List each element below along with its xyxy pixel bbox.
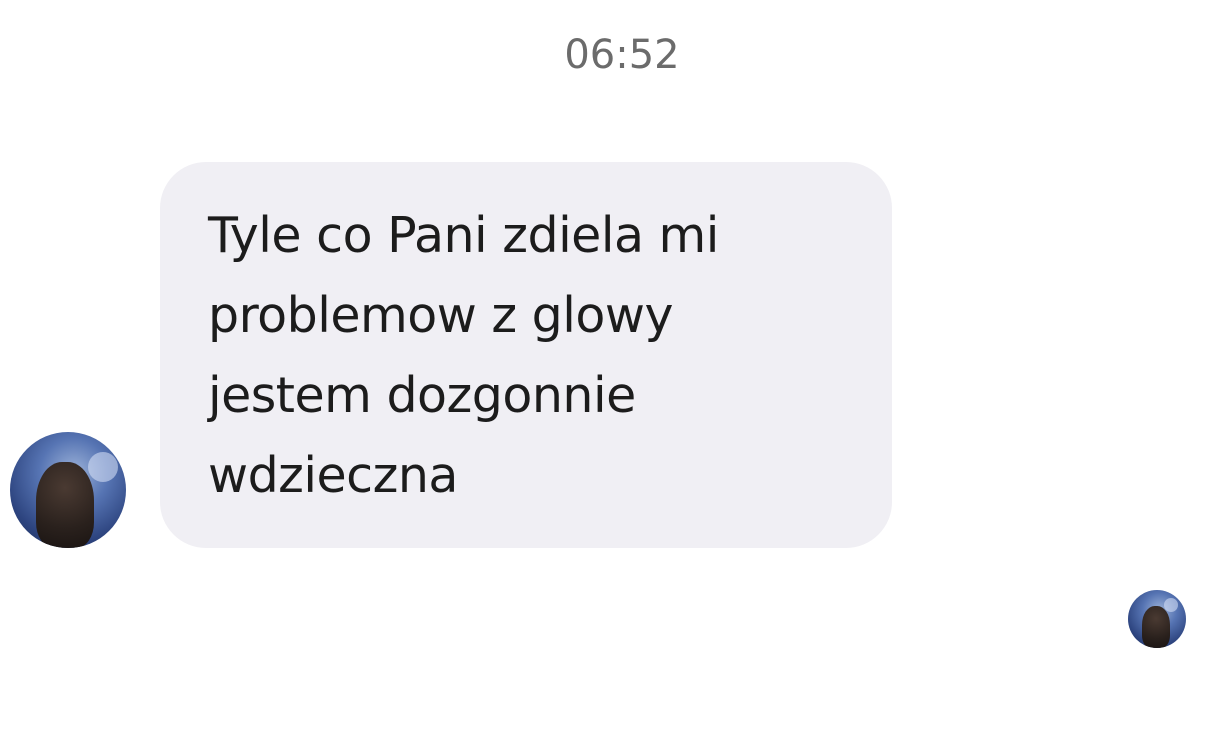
message-text: Tyle co Pani zdiela mi problemow z glowy… <box>208 207 719 504</box>
avatar-figure <box>36 462 94 548</box>
sender-avatar[interactable] <box>10 432 126 548</box>
read-receipt-avatar <box>1128 590 1186 648</box>
message-bubble[interactable]: Tyle co Pani zdiela mi problemow z glowy… <box>160 162 892 548</box>
incoming-message-row: Tyle co Pani zdiela mi problemow z glowy… <box>0 0 1232 735</box>
avatar-highlight <box>1164 598 1178 612</box>
avatar-highlight <box>88 452 118 482</box>
avatar-figure <box>1142 606 1170 648</box>
